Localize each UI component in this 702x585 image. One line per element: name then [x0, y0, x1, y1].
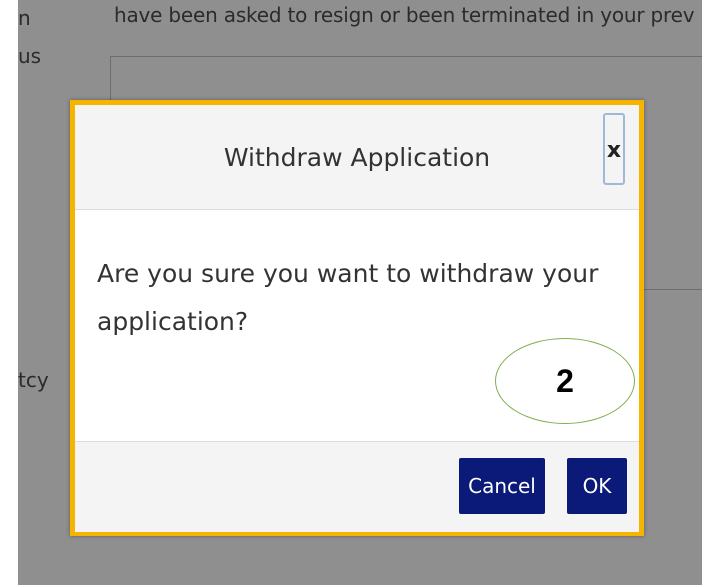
dialog-header: Withdraw Application x [75, 105, 639, 210]
background-question-text: have been asked to resign or been termin… [114, 3, 695, 27]
background-label-fragment: n [18, 6, 31, 30]
dialog-body: Are you sure you want to withdraw your a… [75, 210, 639, 441]
background-label-fragment: us [18, 44, 42, 68]
step-number-callout: 2 [495, 338, 635, 424]
close-button[interactable]: x [603, 113, 625, 185]
dialog-footer: Cancel OK [75, 441, 639, 532]
withdraw-application-dialog: Withdraw Application x Are you sure you … [70, 100, 644, 536]
ok-button[interactable]: OK [567, 458, 627, 514]
background-label-fragment: tcy [18, 368, 49, 392]
cancel-button[interactable]: Cancel [459, 458, 545, 514]
dialog-title: Withdraw Application [223, 143, 491, 172]
dialog-message: Are you sure you want to withdraw your a… [97, 259, 599, 336]
